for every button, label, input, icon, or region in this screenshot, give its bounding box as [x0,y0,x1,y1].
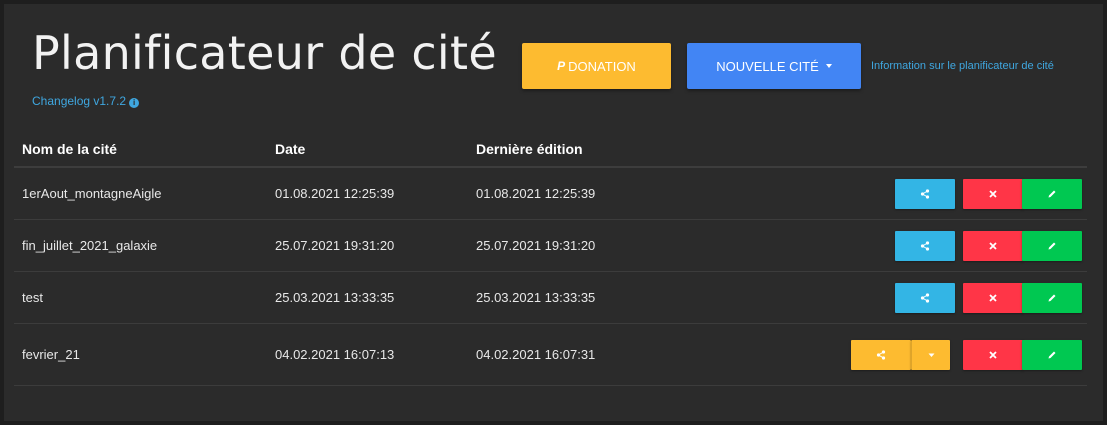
column-header-last-edit: Dernière édition [476,141,583,157]
paypal-icon: P [557,59,566,73]
share-button[interactable] [851,340,911,370]
new-city-label: NOUVELLE CITÉ [716,58,819,74]
share-icon [920,293,930,303]
delete-button[interactable] [963,283,1023,313]
page-title: Planificateur de cité [32,26,497,80]
share-icon [920,189,930,199]
city-last-edit: 04.02.2021 16:07:31 [476,347,596,362]
city-last-edit: 25.03.2021 13:33:35 [476,290,596,305]
share-button[interactable] [895,283,955,313]
city-name: 1erAout_montagneAigle [22,186,162,201]
close-icon [989,190,997,198]
table-row: 1erAout_montagneAigle 01.08.2021 12:25:39… [14,168,1087,220]
edit-button[interactable] [1022,231,1082,261]
caret-down-icon [825,64,832,68]
table-row: test 25.03.2021 13:33:35 25.03.2021 13:33:… [14,272,1087,324]
city-date: 25.07.2021 19:31:20 [275,238,395,253]
city-name: fevrier_21 [22,347,80,362]
city-name: fin_juillet_2021_galaxie [22,238,158,253]
column-header-date: Date [275,141,306,157]
close-icon [989,351,997,359]
city-name: test [22,290,43,305]
pencil-icon [1047,189,1057,199]
edit-button[interactable] [1022,340,1082,370]
table-row: fevrier_21 04.02.2021 16:07:13 04.02.2021 … [14,324,1087,386]
pencil-icon [1047,241,1057,251]
pencil-icon [1047,293,1057,303]
donation-label: DONATION [568,58,636,74]
changelog-link[interactable]: Changelog v1.7.2 i [32,94,140,108]
close-icon [989,242,997,250]
share-button[interactable] [895,231,955,261]
pencil-icon [1047,350,1057,360]
edit-button[interactable] [1022,283,1082,313]
delete-button[interactable] [963,340,1023,370]
new-city-button[interactable]: NOUVELLE CITÉ [687,43,861,89]
edit-button[interactable] [1022,179,1082,209]
city-date: 01.08.2021 12:25:39 [275,186,395,201]
city-date: 25.03.2021 13:33:35 [275,290,395,305]
city-last-edit: 25.07.2021 19:31:20 [476,238,596,253]
main-panel: Planificateur de cité Changelog v1.7.2 i … [4,4,1103,421]
caret-down-icon [928,353,935,358]
delete-button[interactable] [963,179,1023,209]
share-icon [920,241,930,251]
city-date: 04.02.2021 16:07:13 [275,347,395,362]
donation-button[interactable]: P DONATION [522,43,671,89]
share-dropdown-button[interactable] [911,340,950,370]
column-header-name: Nom de la cité [22,141,117,157]
info-planner-link[interactable]: Information sur le planificateur de cité [871,60,1054,72]
changelog-label: Changelog v1.7.2 [32,94,127,108]
close-icon [989,294,997,302]
table-row: fin_juillet_2021_galaxie 25.07.2021 19:31… [14,220,1087,272]
share-icon [876,350,886,360]
city-last-edit: 01.08.2021 12:25:39 [476,186,596,201]
delete-button[interactable] [963,231,1023,261]
share-button[interactable] [895,179,955,209]
info-icon: i [129,98,140,108]
